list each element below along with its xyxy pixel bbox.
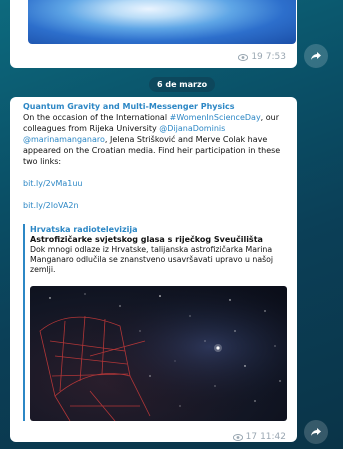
message-text-part: On the occasion of the International (23, 113, 170, 122)
date-separator: 6 de marzo (149, 77, 216, 92)
mention-link[interactable]: @DijanaDominis (159, 124, 225, 133)
preview-source: Hrvatska radiotelevizija (30, 225, 138, 234)
chat-area: 19 7:53 6 de marzo Quantum Gravity and M… (0, 0, 343, 449)
message-views: 17 (245, 432, 258, 442)
link-2-row: bit.ly/2IoVA2n (23, 200, 293, 211)
share-icon (311, 428, 321, 436)
preview-description: Dok mnogi odlaze iz Hrvatske, talijanska… (30, 245, 274, 274)
message-time: 11:42 (260, 432, 286, 442)
share-icon (311, 52, 321, 60)
previous-message[interactable]: 19 7:53 (10, 0, 297, 68)
previous-message-photo[interactable] (28, 0, 296, 44)
message-text: On the occasion of the International #Wo… (23, 112, 293, 167)
previous-message-meta: 19 7:53 (238, 52, 286, 62)
previous-message-views: 19 (251, 52, 263, 62)
channel-message[interactable]: Quantum Gravity and Multi-Messenger Phys… (10, 97, 297, 442)
mention-link[interactable]: @marinamanganaro (23, 135, 105, 144)
message-meta: 17 11:42 (232, 432, 286, 442)
channel-name[interactable]: Quantum Gravity and Multi-Messenger Phys… (23, 101, 293, 112)
link-preview[interactable]: Hrvatska radiotelevizija Astrofizičarke … (23, 224, 287, 421)
message-content: Quantum Gravity and Multi-Messenger Phys… (23, 101, 293, 211)
preview-title: Astrofizičarke svjetskog glasa s riječko… (30, 235, 263, 244)
preview-image[interactable] (30, 286, 287, 421)
share-button[interactable] (304, 420, 328, 444)
views-icon (238, 53, 249, 61)
views-icon (232, 433, 243, 441)
previous-message-time: 7:53 (265, 52, 286, 62)
hashtag-link[interactable]: #WomenInScienceDay (170, 113, 261, 122)
url-link[interactable]: bit.ly/2vMa1uu (23, 179, 83, 188)
url-link[interactable]: bit.ly/2IoVA2n (23, 201, 79, 210)
share-button[interactable] (304, 44, 328, 68)
link-1-row: bit.ly/2vMa1uu (23, 178, 293, 189)
